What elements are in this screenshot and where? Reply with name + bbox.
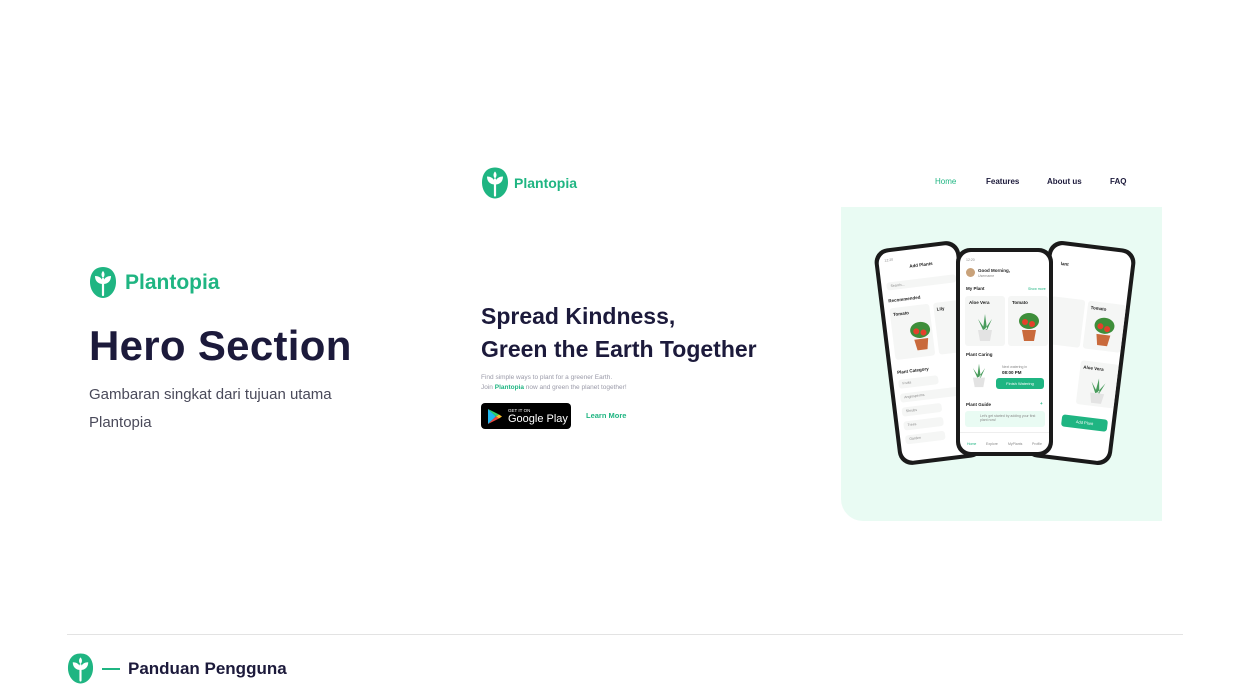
- footer-dash: [102, 667, 120, 670]
- google-play-big-text: Google Play: [508, 412, 568, 425]
- plant-caring-heading: Plant Caring: [966, 352, 993, 357]
- nav-about-us[interactable]: About us: [1047, 177, 1082, 186]
- brand-name: Plantopia: [125, 270, 220, 294]
- tomato-plant-icon: [1019, 313, 1039, 341]
- plant-card-aloe: Aloe Vera: [969, 300, 990, 305]
- google-play-icon: [488, 408, 502, 424]
- username-text: Username: [978, 274, 995, 278]
- tomato-plant-icon: [910, 321, 931, 351]
- nav-home[interactable]: Home: [935, 177, 956, 186]
- subtext-brand: Plantopia: [494, 384, 524, 391]
- aloe-plant-icon: [978, 314, 992, 341]
- leaf-logo-icon: [67, 653, 94, 684]
- tab-explore[interactable]: Explore: [986, 442, 998, 446]
- greeting-text: Good Morning,: [978, 268, 1010, 273]
- tab-myplants[interactable]: MyPlants: [1008, 442, 1022, 446]
- avatar: [966, 268, 975, 277]
- leaf-logo-icon: [482, 167, 508, 199]
- section-title: Hero Section: [89, 322, 352, 369]
- tomato-plant-icon: [1094, 317, 1115, 347]
- tab-home[interactable]: Home: [967, 442, 976, 446]
- phone-left-card2: Lily: [936, 305, 945, 312]
- footer-label: Panduan Pengguna: [128, 658, 287, 678]
- finish-watering-button[interactable]: Finish Watering: [996, 378, 1044, 389]
- guide-text: Let's get started by adding your first p…: [980, 414, 1036, 422]
- headline-line-2: Green the Earth Together: [481, 336, 757, 362]
- phone-right-title: lant: [1060, 261, 1070, 267]
- google-play-button[interactable]: GET IT ON Google Play: [481, 403, 571, 429]
- my-plant-heading: My Plant: [966, 286, 985, 291]
- footer-divider: [67, 634, 1183, 635]
- section-description: Gambaran singkat dari tujuan utama Plant…: [89, 386, 332, 431]
- mockup-brand[interactable]: Plantopia: [481, 165, 577, 201]
- nav-faq[interactable]: FAQ: [1110, 177, 1126, 186]
- headline-line-1: Spread Kindness,: [481, 303, 676, 329]
- show-more-link[interactable]: Show more: [1028, 287, 1046, 291]
- phone-left-category-title: Plant Category: [896, 366, 929, 376]
- add-plant-button[interactable]: Add Plant: [1060, 414, 1109, 432]
- subtext-join: Join: [481, 384, 495, 391]
- subtext-line-1: Find simple ways to plant for a greener …: [481, 374, 613, 381]
- nav-features[interactable]: Features: [986, 177, 1019, 186]
- aloe-plant-icon: [972, 363, 986, 388]
- hero-subtext: Find simple ways to plant for a greener …: [481, 373, 627, 393]
- phone-left-time: 12:20: [884, 257, 894, 263]
- mockup-brand-name: Plantopia: [514, 175, 578, 191]
- leaf-logo-icon: [90, 267, 116, 298]
- watering-time: 08:00 PM: [1002, 370, 1022, 375]
- aloe-plant-icon: [1090, 378, 1106, 404]
- phone-mockup-center: 12:20 Good Morning, Username My Plant Sh…: [956, 248, 1053, 456]
- phone-left-title: Add Plants: [908, 260, 933, 269]
- next-watering-label: Next watering in: [1002, 365, 1028, 369]
- plant-card-tomato: Tomato: [1012, 300, 1028, 305]
- learn-more-link[interactable]: Learn More: [586, 411, 626, 420]
- brand-logo-left: Plantopia: [89, 266, 220, 299]
- hero-headline: Spread Kindness, Green the Earth Togethe…: [481, 300, 757, 366]
- subtext-rest: now and green the planet together!: [524, 384, 627, 391]
- tab-profile[interactable]: Profile: [1032, 442, 1042, 446]
- phone-center-time: 12:20: [966, 258, 975, 262]
- add-guide-icon[interactable]: +: [1040, 401, 1043, 406]
- phone-left-recommended: Recommended: [888, 294, 921, 304]
- footer: Panduan Pengguna: [67, 652, 287, 685]
- plant-guide-heading: Plant Guide: [966, 402, 992, 407]
